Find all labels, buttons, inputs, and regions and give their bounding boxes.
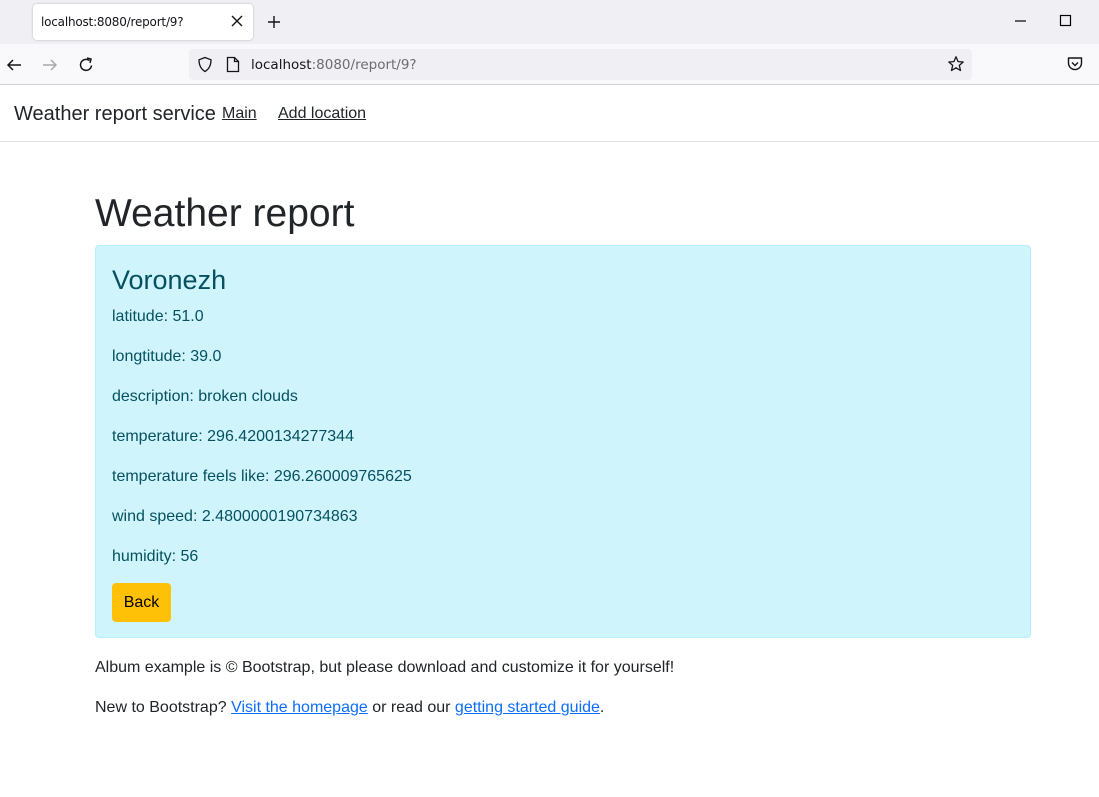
footer-copyright: Album example is © Bootstrap, but please… <box>95 659 675 676</box>
footer-mid: or read our <box>367 699 455 716</box>
footer-links: New to Bootstrap? Visit the homepage or … <box>95 699 604 717</box>
browser-tab[interactable]: localhost:8080/report/9? <box>33 4 253 40</box>
page-icon <box>226 56 240 73</box>
star-icon[interactable] <box>947 55 965 73</box>
url-text: localhost:8080/report/9? <box>251 57 417 73</box>
forward-arrow-icon[interactable] <box>41 56 59 74</box>
pocket-icon[interactable] <box>1066 55 1084 73</box>
back-button[interactable]: Back <box>112 583 171 622</box>
latitude-field: latitude: 51.0 <box>112 308 204 325</box>
longitude-field: longtitude: 39.0 <box>112 348 222 365</box>
close-icon[interactable] <box>229 13 245 29</box>
feels-like-field: temperature feels like: 296.260009765625 <box>112 468 412 485</box>
nav-main-link[interactable]: Main <box>222 105 257 123</box>
url-bar[interactable]: localhost:8080/report/9? <box>189 49 972 80</box>
footer-suffix: . <box>599 699 605 716</box>
tab-title: localhost:8080/report/9? <box>41 15 184 29</box>
back-arrow-icon[interactable] <box>5 56 23 74</box>
page-title: Weather report <box>95 192 355 235</box>
nav-add-location-link[interactable]: Add location <box>278 105 366 123</box>
brand[interactable]: Weather report service <box>14 103 216 126</box>
city-name: Voronezh <box>112 265 227 295</box>
report-card: Voronezh latitude: 51.0 longtitude: 39.0… <box>95 245 1031 638</box>
shield-icon[interactable] <box>197 56 213 73</box>
url-host: localhost <box>251 57 312 73</box>
footer-prefix: New to Bootstrap? <box>95 699 232 716</box>
temperature-field: temperature: 296.4200134277344 <box>112 428 354 445</box>
maximize-icon[interactable] <box>1059 14 1073 28</box>
url-path: :8080/report/9? <box>311 57 417 73</box>
plus-icon[interactable] <box>266 14 282 30</box>
reload-icon[interactable] <box>77 56 95 74</box>
homepage-link[interactable]: Visit the homepage <box>231 699 368 716</box>
minimize-icon[interactable] <box>1014 14 1028 28</box>
site-header: Weather report service Main Add location <box>0 85 1099 142</box>
getting-started-link[interactable]: getting started guide <box>455 699 600 716</box>
browser-tab-bar: localhost:8080/report/9? <box>0 0 1099 44</box>
humidity-field: humidity: 56 <box>112 548 199 565</box>
description-field: description: broken clouds <box>112 388 298 405</box>
wind-speed-field: wind speed: 2.4800000190734863 <box>112 508 358 525</box>
browser-toolbar: localhost:8080/report/9? <box>0 44 1099 85</box>
